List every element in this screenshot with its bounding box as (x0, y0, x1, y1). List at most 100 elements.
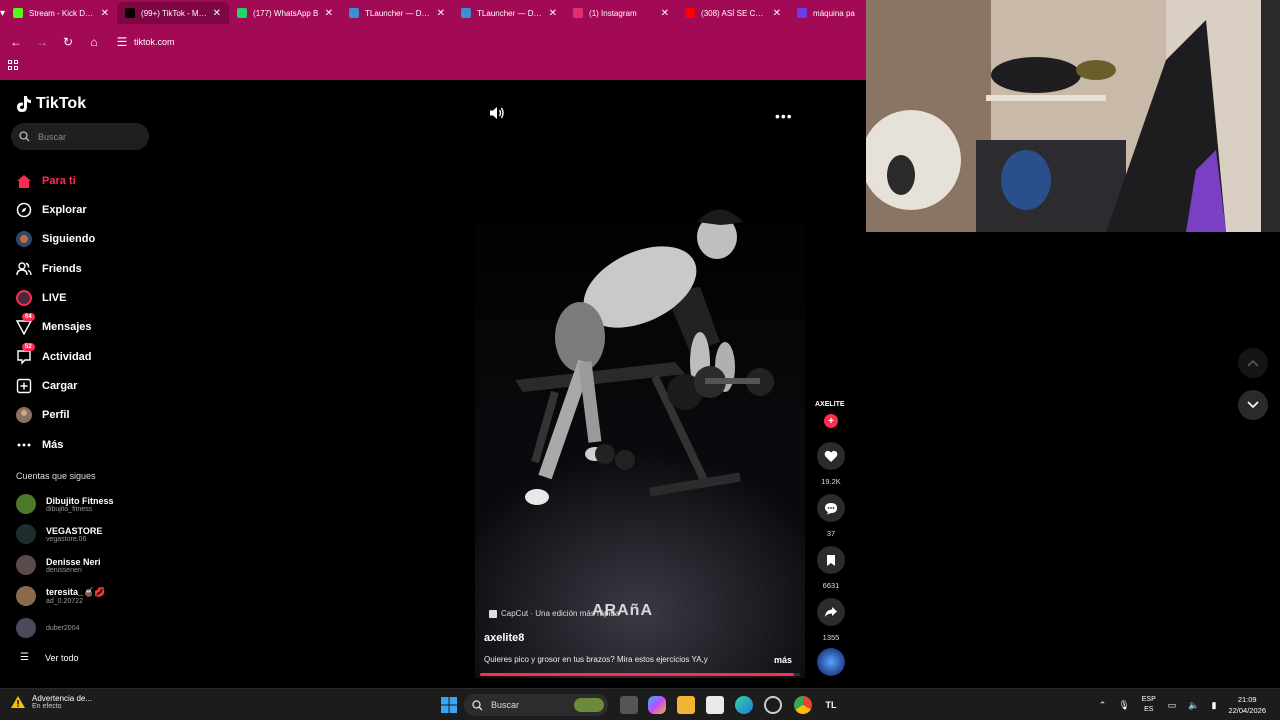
tab-favicon-icon (349, 8, 360, 18)
video-player[interactable]: ARAñA (475, 192, 805, 678)
forward-button[interactable]: → (30, 30, 54, 54)
battery-icon[interactable]: ▮ (1212, 700, 1217, 711)
account-handle: dibujito_fitness (46, 505, 93, 513)
language-indicator[interactable]: ESP ES (1142, 695, 1156, 715)
browser-tab[interactable]: TLauncher — Dow ✕ (453, 2, 565, 24)
account-name: teresita_🧉💋 (46, 587, 106, 597)
sidebar-nav-item[interactable]: Cargar (14, 376, 77, 396)
system-alert[interactable]: Advertencia de... En efecto (10, 694, 92, 710)
account-info: Dibujito Fitness dibujito_fitness (46, 496, 114, 513)
sidebar-nav-item[interactable]: Perfil (14, 405, 70, 425)
search-box[interactable] (11, 123, 149, 150)
language-top: ESP (1141, 696, 1156, 703)
tab-favicon-icon (797, 8, 808, 18)
creator-avatar-label[interactable]: AXELITE (815, 401, 845, 408)
back-button[interactable]: ← (4, 30, 28, 54)
tab-close-icon[interactable]: ✕ (661, 8, 669, 19)
edge-icon[interactable] (735, 696, 753, 714)
sidebar-nav-item[interactable]: Friends (14, 259, 82, 279)
taskbar-search[interactable]: Buscar (464, 694, 608, 716)
bookmark-icon (827, 554, 835, 566)
reload-button[interactable]: ↻ (56, 30, 80, 54)
account-name: Denisse Neri (46, 556, 101, 567)
comment-button[interactable] (817, 494, 845, 522)
browser-tab[interactable]: (1) Instagram ✕ (565, 2, 677, 24)
home-icon (14, 171, 34, 191)
capcut-icon (489, 609, 497, 618)
browser-tab[interactable]: TLauncher — Dow ✕ (341, 2, 453, 24)
share-button[interactable] (817, 598, 845, 626)
followed-account[interactable]: Dibujito Fitness dibujito_fitness (16, 494, 114, 514)
search-highlight-icon (574, 698, 604, 712)
messages-icon: 64 (14, 313, 35, 337)
followed-account[interactable]: duber2004 (16, 618, 79, 638)
store-icon[interactable] (706, 696, 724, 714)
like-button[interactable] (817, 442, 845, 470)
video-author[interactable]: axelite8 (484, 632, 524, 644)
tiktok-logo[interactable]: TikTok (16, 95, 86, 113)
browser-tab[interactable]: Stream - Kick Dash ✕ (5, 2, 117, 24)
followed-account[interactable]: Denisse Neri denisseneri (16, 555, 101, 575)
follow-plus-button[interactable]: + (824, 414, 838, 428)
video-caption: Quieres pico y grosor en tus brazos? Mir… (484, 655, 708, 664)
account-handle: denisseneri (46, 566, 82, 574)
like-count: 19.2K (821, 477, 841, 486)
copilot-icon[interactable] (648, 696, 666, 714)
volume-icon[interactable] (488, 104, 506, 122)
chrome-icon[interactable] (794, 696, 812, 714)
sidebar-nav-item[interactable]: Más (14, 435, 63, 455)
site-info-icon[interactable]: ☰ (110, 30, 134, 54)
tab-close-icon[interactable]: ✕ (549, 8, 557, 19)
sidebar-nav-label: Actividad (42, 351, 92, 363)
tlauncher-icon[interactable]: TL (822, 696, 840, 714)
tiktok-note-icon (17, 96, 31, 112)
tab-close-icon[interactable]: ✕ (437, 8, 445, 19)
sidebar-nav-item[interactable]: Explorar (14, 200, 87, 220)
browser-tab[interactable]: (177) WhatsApp B ✕ (229, 2, 341, 24)
following-icon (14, 229, 34, 249)
more-icon (14, 435, 34, 455)
more-options-icon[interactable]: ••• (775, 108, 793, 124)
sidebar-nav-item[interactable]: 64 Mensajes (14, 313, 92, 337)
settings-icon[interactable] (764, 696, 782, 714)
sidebar-nav-label: Mensajes (42, 321, 92, 333)
tab-label: (99+) TikTok - Make (141, 8, 207, 18)
tab-close-icon[interactable]: ✕ (213, 8, 221, 19)
browser-tab[interactable]: (99+) TikTok - Make ✕ (117, 2, 230, 24)
search-input[interactable] (36, 130, 136, 143)
url-text[interactable]: tiktok.com (134, 37, 175, 47)
video-progress-bar[interactable] (480, 673, 800, 676)
followed-account[interactable]: teresita_🧉💋 ad_0.20722 (16, 586, 105, 606)
sidebar-nav-item[interactable]: Para ti (14, 171, 76, 191)
microphone-icon[interactable]: 🎙 (1118, 700, 1129, 711)
browser-tab[interactable]: (308) ASÍ SE CREÓ ✕ (677, 2, 789, 24)
network-icon[interactable]: ▭ (1168, 700, 1177, 711)
sidebar-nav-item[interactable]: 52 Actividad (14, 343, 92, 367)
tray-overflow-icon[interactable]: ⌃ (1099, 700, 1107, 711)
see-all-link[interactable]: ☰ Ver todo (20, 652, 79, 663)
file-explorer-icon[interactable] (677, 696, 695, 714)
home-button[interactable]: ⌂ (82, 30, 106, 54)
next-video-button[interactable] (1238, 390, 1268, 420)
apps-icon[interactable] (8, 60, 20, 72)
capcut-tag[interactable]: CapCut · Una edición más rápida (489, 609, 619, 618)
notification-badge: 52 (22, 343, 35, 351)
caption-more-button[interactable]: más (774, 655, 792, 665)
speaker-icon[interactable]: 🔈 (1188, 700, 1199, 711)
following-section-title: Cuentas que sigues (16, 471, 96, 481)
account-handle: vegastore.06 (46, 535, 87, 543)
tab-close-icon[interactable]: ✕ (325, 8, 333, 19)
sidebar-nav-item[interactable]: Siguiendo (14, 229, 95, 249)
task-view-icon[interactable] (620, 696, 638, 714)
tab-favicon-icon (461, 8, 472, 18)
sidebar-nav-item[interactable]: LIVE (14, 288, 66, 308)
windows-start-icon[interactable] (440, 696, 458, 714)
tab-close-icon[interactable]: ✕ (773, 8, 781, 19)
tab-label: (308) ASÍ SE CREÓ (701, 8, 767, 18)
followed-account[interactable]: VEGASTORE vegastore.06 (16, 524, 102, 544)
previous-video-button[interactable] (1238, 348, 1268, 378)
tab-close-icon[interactable]: ✕ (101, 8, 109, 19)
music-disc-icon[interactable] (817, 648, 845, 676)
system-clock[interactable]: 21:09 22/04/2026 (1228, 694, 1266, 716)
save-button[interactable] (817, 546, 845, 574)
